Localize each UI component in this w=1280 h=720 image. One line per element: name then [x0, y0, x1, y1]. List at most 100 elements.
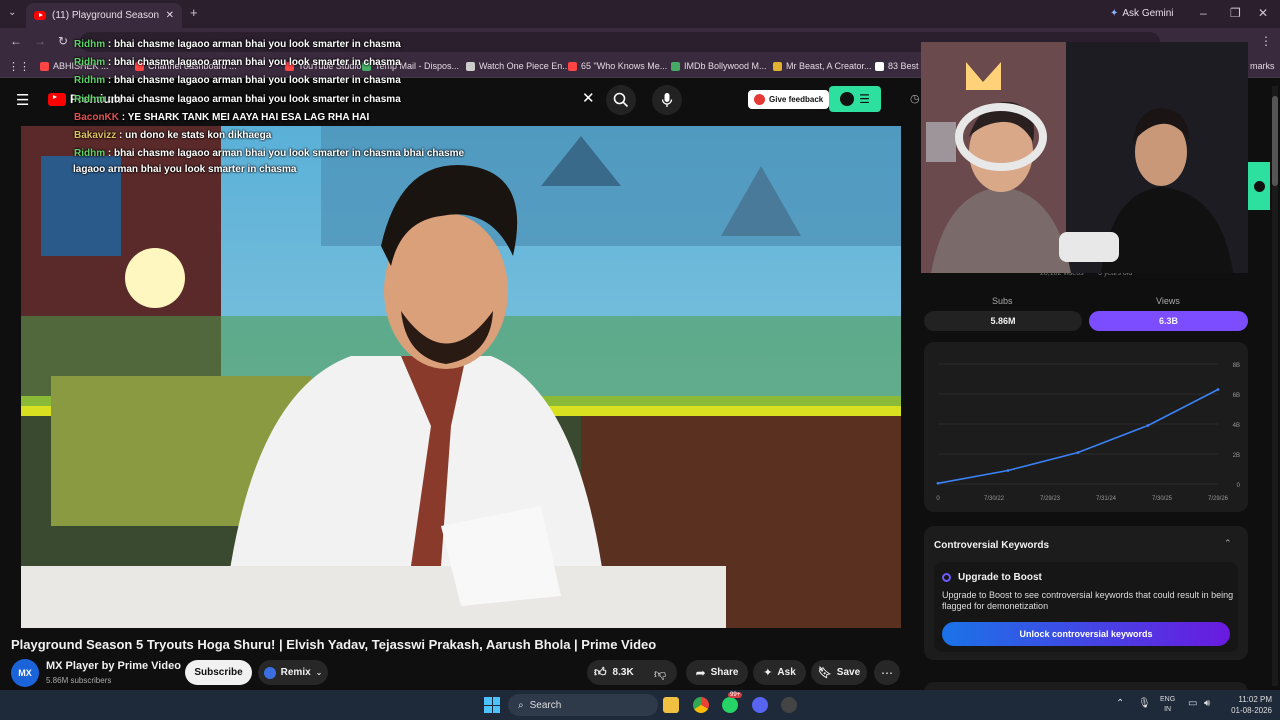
- tray-chevron-icon[interactable]: ⌃: [1116, 698, 1124, 709]
- volume-icon[interactable]: 🔊︎: [1204, 698, 1210, 709]
- browser-tab-active[interactable]: (11) Playground Season 5 Tryouts ✕: [26, 3, 182, 28]
- save-button[interactable]: 🔖︎ Save: [811, 660, 867, 685]
- new-tab-icon[interactable]: +: [190, 5, 198, 20]
- bookmark-item[interactable]: IMDb Bollywood M...: [671, 61, 767, 71]
- chart-y-tick: 2B: [1233, 453, 1240, 459]
- share-button[interactable]: ➦ Share: [686, 660, 748, 685]
- chat-message: Ridhm : bhai chasme lagaoo arman bhai yo…: [74, 94, 401, 105]
- views-chart-card: 0 2B 4B 6B 8B 0 7/30/22 7/29/23 7/31/24 7/30/25 7/…: [924, 342, 1248, 512]
- unlock-keywords-button[interactable]: Unlock controversial keywords: [942, 622, 1230, 646]
- views-label: Views: [1156, 296, 1180, 306]
- chart-point: [1216, 388, 1220, 391]
- channel-avatar[interactable]: MX: [11, 659, 39, 687]
- history-icon[interactable]: ◷: [910, 92, 920, 105]
- chart-point: [1076, 451, 1080, 454]
- thumbs-up-icon: 👍︎: [594, 665, 607, 679]
- chart-x-tick: 7/30/22: [984, 496, 1005, 502]
- voice-search-button[interactable]: [652, 85, 682, 115]
- chart-x-tick: 7/31/24: [1096, 496, 1117, 502]
- remix-button[interactable]: Remix ⌄: [258, 660, 328, 685]
- more-horizontal-icon: ⋯: [881, 665, 893, 680]
- ask-button[interactable]: ✦ Ask: [753, 660, 806, 685]
- extension-menu-button[interactable]: ☰: [829, 86, 881, 112]
- tab-title: (11) Playground Season 5 Tryouts: [52, 10, 160, 21]
- restore-icon[interactable]: ❐: [1230, 6, 1241, 20]
- chart-y-tick: 4B: [1233, 423, 1240, 429]
- bookmark-favicon-icon: [773, 61, 782, 71]
- bookmark-item[interactable]: 65 "Who Knows Me...: [568, 61, 667, 71]
- clock[interactable]: 11:02 PM 01-08-2026: [1226, 694, 1272, 716]
- extension-logo-icon: [840, 92, 855, 106]
- give-feedback-button[interactable]: Give feedback: [748, 90, 830, 109]
- subs-label: Subs: [992, 296, 1013, 306]
- scrollbar-thumb[interactable]: [1272, 96, 1278, 186]
- search-button[interactable]: [606, 85, 636, 115]
- chart-y-tick: 0: [1237, 483, 1241, 489]
- chart-x-tick: 0: [936, 496, 940, 502]
- hamburger-menu-icon[interactable]: ☰: [16, 91, 29, 109]
- upgrade-description: Upgrade to Boost to see controversial ke…: [942, 590, 1234, 611]
- tab-search-icon[interactable]: ⌄: [8, 7, 16, 18]
- back-icon[interactable]: ←: [10, 34, 22, 48]
- chat-message: Ridhm : bhai chasme lagaoo arman bhai yo…: [74, 75, 401, 86]
- more-actions-button[interactable]: ⋯: [874, 660, 900, 685]
- chart-x-tick: 7/29/23: [1040, 496, 1061, 502]
- taskbar-search[interactable]: ⌕ Search: [508, 694, 658, 716]
- like-button[interactable]: 👍︎ 8.3K: [594, 665, 634, 680]
- views-line-chart: 0 2B 4B 6B 8B 0 7/30/22 7/29/23 7/31/24 7/30/25 7/…: [936, 363, 1241, 502]
- sparkle-icon: ✦: [763, 667, 773, 679]
- network-icon[interactable]: ▭: [1188, 698, 1197, 709]
- chat-message: Ridhm : bhai chasme lagaoo arman bhai yo…: [74, 57, 401, 68]
- extension-side-tab[interactable]: [1248, 162, 1270, 210]
- webcam-feed: [921, 42, 1248, 273]
- microphone-icon[interactable]: 🎙︎: [1138, 698, 1151, 709]
- chart-point: [936, 481, 940, 485]
- chart-point: [1146, 424, 1150, 427]
- views-toggle[interactable]: 6.3B: [1089, 311, 1248, 331]
- whatsapp-icon[interactable]: [722, 697, 738, 713]
- thumbs-down-icon: 👎︎: [654, 667, 667, 681]
- close-window-icon[interactable]: ✕: [1258, 6, 1268, 20]
- subscribe-button[interactable]: Subscribe: [185, 660, 252, 685]
- ask-gemini-button[interactable]: ✦ Ask Gemini: [1110, 8, 1174, 19]
- subs-toggle[interactable]: 5.86M: [924, 311, 1082, 331]
- page-scrollbar[interactable]: [1272, 86, 1278, 686]
- app-icon[interactable]: [781, 697, 797, 713]
- dislike-button[interactable]: 👎︎: [654, 665, 666, 683]
- collapse-chevron-icon[interactable]: ⌃: [1224, 538, 1232, 549]
- keywords-header[interactable]: Controversial Keywords: [934, 540, 1049, 551]
- chart-x-tick: 7/29/26: [1208, 496, 1229, 502]
- discord-icon[interactable]: [752, 697, 768, 713]
- chevron-down-icon: ⌄: [315, 668, 323, 677]
- all-bookmarks[interactable]: marks: [1250, 61, 1275, 71]
- notification-badge: 99+: [728, 692, 743, 698]
- bookmark-item[interactable]: Watch One Piece En...: [466, 61, 570, 71]
- youtube-logo-icon: [48, 92, 66, 106]
- language-indicator[interactable]: ENG IN: [1160, 695, 1175, 715]
- tab-close-icon[interactable]: ✕: [166, 10, 174, 21]
- search-icon: [613, 92, 629, 108]
- chat-message: lagaoo arman bhai you look smarter in ch…: [73, 164, 297, 175]
- channel-stats-panel: 28,102 videos 3 years old Subs Views 5.8…: [920, 270, 1262, 720]
- channel-name[interactable]: MX Player by Prime Video: [46, 660, 181, 672]
- start-windows-icon[interactable]: [484, 697, 500, 713]
- remix-icon: [263, 666, 276, 679]
- share-arrow-icon: ➦: [695, 665, 706, 680]
- forward-icon[interactable]: →: [34, 34, 46, 48]
- reload-icon[interactable]: ↻: [58, 34, 68, 48]
- bookmark-favicon-icon: [671, 61, 680, 71]
- apps-grid-icon[interactable]: ⋮⋮: [8, 60, 30, 73]
- chat-message: Ridhm : bhai chasme lagaoo arman bhai yo…: [74, 148, 465, 159]
- bookmark-item[interactable]: Mr Beast, A Creator...: [773, 61, 872, 71]
- chat-message: Ridhm : bhai chasme lagaoo arman bhai yo…: [74, 39, 401, 50]
- video-player[interactable]: [21, 126, 901, 628]
- minimize-icon[interactable]: –: [1200, 6, 1207, 20]
- boost-icon: [942, 573, 951, 582]
- chart-series-line: [937, 388, 1219, 485]
- video-title: Playground Season 5 Tryouts Hoga Shuru! …: [11, 637, 657, 652]
- chart-x-tick: 7/30/25: [1152, 496, 1173, 502]
- menu-dots-icon[interactable]: ⋮: [1260, 34, 1272, 48]
- file-explorer-icon[interactable]: [663, 697, 679, 713]
- chrome-icon[interactable]: [693, 697, 709, 713]
- search-clear-icon[interactable]: ✕: [582, 89, 595, 107]
